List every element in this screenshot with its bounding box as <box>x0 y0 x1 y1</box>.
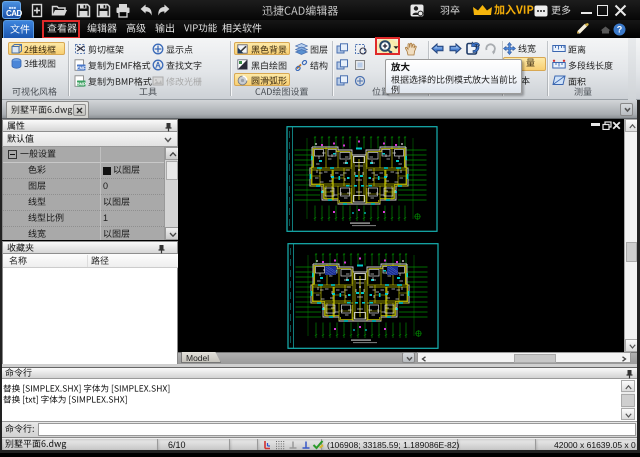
svg-text:?: ? <box>617 25 623 35</box>
svg-text:EMF: EMF <box>77 65 86 70</box>
svg-text:BMP: BMP <box>77 81 86 86</box>
